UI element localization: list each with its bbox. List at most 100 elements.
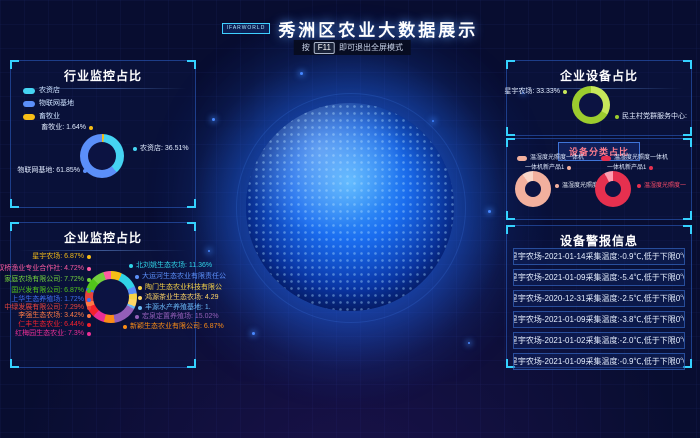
donut-hole (93, 279, 129, 315)
label-dot (567, 166, 571, 170)
legend-item[interactable]: 畜牧业 (23, 113, 60, 120)
chart-label: 星宇农场: 6.87% (13, 253, 91, 260)
globe (246, 103, 454, 311)
chart-label: 丰源水产养殖基地: 1. (138, 304, 211, 311)
header: IFARWORLD 秀洲区农业大数据展示 (0, 16, 700, 41)
alarm-row: 星宇农场-2020-12-31采集温度:-2.5℃,低于下限0℃ (513, 290, 685, 307)
panel-title: 企业设备占比 (507, 67, 691, 84)
panel-alarms: 设备警报信息 星宇农场-2021-01-14采集温度:-0.9℃,低于下限0℃ … (506, 225, 692, 368)
panel-device-class: 设备分类占比 温湿度光照度一体机 一体机新产品1 温湿度光照度一 温湿度光照度一… (506, 138, 692, 220)
legend-swatch (23, 114, 35, 120)
chart-label: 仁丰生态农业: 6.44% (13, 321, 91, 328)
donut-hole (525, 181, 541, 197)
panel-title: 行业监控占比 (11, 67, 195, 84)
panel-enterprise-ratio: 企业监控占比 星宇农场: 6.87% 双桥渔业专业合作社: 4.72% 家庭农场… (10, 222, 196, 368)
chart-label: 陶门生态农业科技有限公 (138, 284, 222, 291)
divider (19, 250, 187, 251)
donut-hole (88, 142, 116, 170)
chart-label: 鸿源茶业生态农场: 4.29 (138, 294, 219, 301)
device-ratio-donut-chart[interactable] (572, 86, 610, 124)
panel-industry-ratio: 行业监控占比 农资店 物联网基地 畜牧业 畜牧业: 1.64% 农资店: 36.… (10, 60, 196, 208)
legend-item[interactable]: 温湿度光照度一体机 (517, 155, 584, 161)
page-title: 秀洲区农业大数据展示 (278, 16, 478, 41)
panel-device-ratio: 企业设备占比 星宇农场: 33.33% 民主村党群服务中心: (506, 60, 692, 136)
brand-logo: IFARWORLD (222, 23, 271, 34)
particle (468, 342, 470, 344)
chart-label: 大运河生态农业有限责任公 (135, 273, 226, 280)
alarm-row: 星宇农场-2021-01-14采集温度:-0.9℃,低于下限0℃ (513, 248, 685, 265)
legend-swatch (23, 88, 35, 94)
particle (300, 72, 303, 75)
label-dot (83, 169, 87, 173)
label-dot (87, 255, 91, 259)
label-dot (87, 306, 91, 310)
label-dot (87, 267, 91, 271)
donut-hole (605, 181, 621, 197)
legend-item[interactable]: 物联网基地 (23, 100, 74, 107)
legend-label: 农资店 (39, 87, 60, 94)
globe-highlight (246, 103, 454, 311)
donut-hole (579, 93, 603, 117)
alarm-row: 星宇农场-2021-01-09采集温度:-0.9℃,低于下限0℃ (513, 353, 685, 370)
device-class-left-donut[interactable] (515, 171, 551, 207)
chart-label: 新颖生态农业有限公司: 6.87% (123, 323, 224, 330)
chart-label: 北刘姚生态农场: 11.36% (129, 262, 212, 269)
label-dot (138, 296, 142, 300)
label-dot (138, 306, 142, 310)
label-dot (649, 166, 653, 170)
label-dot (87, 298, 91, 302)
particle (252, 332, 255, 335)
legend-swatch (23, 101, 35, 107)
legend-item[interactable]: 农资店 (23, 87, 60, 94)
alarm-row: 星宇农场-2021-01-09采集温度:-3.8℃,低于下限0℃ (513, 311, 685, 328)
particle (432, 120, 434, 122)
enterprise-donut-chart[interactable] (85, 271, 137, 323)
chart-label: 李强生态农场: 3.42% (13, 312, 91, 319)
chart-label: 家庭农场有限公司: 7.72% (13, 276, 91, 283)
legend-item[interactable]: 温湿度光照度一体机 (601, 155, 668, 161)
legend-swatch (517, 156, 527, 161)
alarm-list: 星宇农场-2021-01-14采集温度:-0.9℃,低于下限0℃ 星宇农场-20… (513, 248, 685, 370)
label-dot (87, 323, 91, 327)
particle (488, 210, 491, 213)
particle (212, 118, 215, 121)
f11-keycap: F11 (314, 42, 335, 54)
label-dot (129, 264, 133, 268)
chart-label: 宏泉定置养殖场: 15.02% (135, 313, 219, 320)
label-dot (87, 314, 91, 318)
label-dot (637, 184, 641, 188)
panel-title: 设备警报信息 (507, 232, 691, 249)
label-dot (135, 275, 139, 279)
label-dot (563, 90, 567, 94)
fullscreen-hint: 按 F11 即可退出全屏模式 (294, 40, 411, 55)
chart-label: 物联网基地: 61.85% (13, 167, 87, 174)
label-dot (555, 184, 559, 188)
label-dot (615, 115, 619, 119)
legend-label: 畜牧业 (39, 113, 60, 120)
chart-label: 红梅园生态农业: 7.3% (13, 330, 91, 337)
chart-label: 国兴发有限公司: 6.87% (13, 287, 91, 294)
chart-label: 民主村党群服务中心: (615, 113, 687, 120)
chart-label: 双桥渔业专业合作社: 4.72% (13, 265, 91, 272)
device-class-right-donut[interactable] (595, 171, 631, 207)
chart-label: 中绿发展有限公司: 7.29% (13, 304, 91, 311)
label-dot (123, 325, 127, 329)
hint-suffix: 即可退出全屏模式 (339, 42, 403, 53)
label-dot (135, 315, 139, 319)
label-dot (89, 126, 93, 130)
alarm-row: 星宇农场-2021-01-02采集温度:-2.0℃,低于下限0℃ (513, 332, 685, 349)
label-dot (87, 278, 91, 282)
alarm-row: 星宇农场-2021-01-09采集温度:-5.4℃,低于下限0℃ (513, 269, 685, 286)
chart-label: 温湿度光照度一 (637, 183, 686, 189)
label-dot (87, 332, 91, 336)
chart-label: 星宇农场: 33.33% (509, 88, 567, 95)
label-dot (133, 147, 137, 151)
label-dot (87, 289, 91, 293)
chart-label: 畜牧业: 1.64% (17, 124, 93, 131)
particle (208, 250, 210, 252)
label-dot (138, 286, 142, 290)
hint-prefix: 按 (302, 42, 310, 53)
legend-label: 物联网基地 (39, 100, 74, 107)
chart-label: 农资店: 36.51% (133, 145, 189, 152)
panel-title: 企业监控占比 (11, 229, 195, 246)
